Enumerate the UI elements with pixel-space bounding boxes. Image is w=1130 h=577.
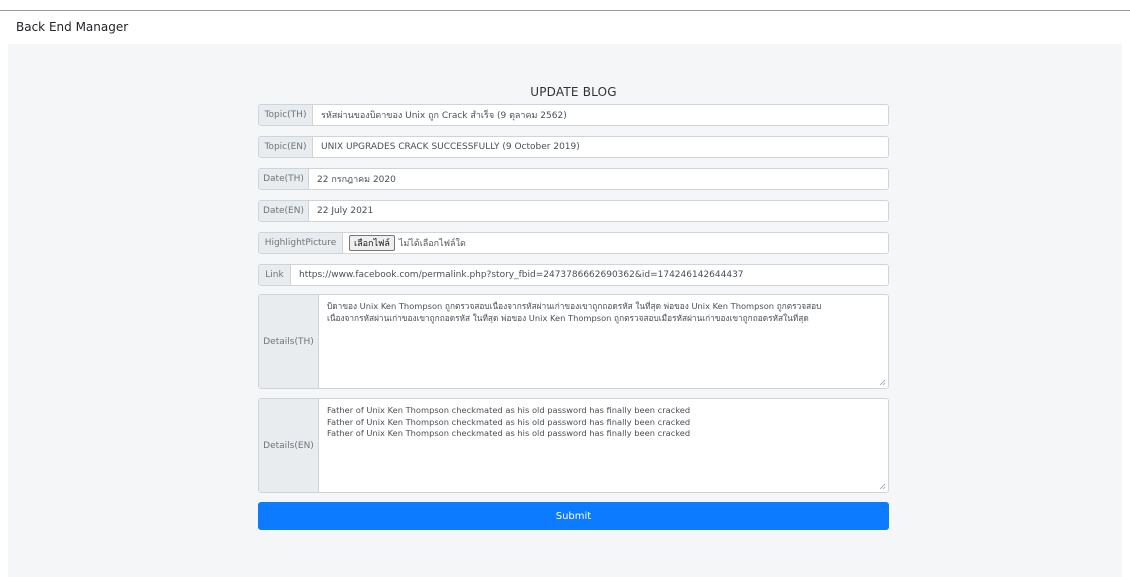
file-status-text: ไม่ได้เลือกไฟล์ใด — [398, 239, 466, 249]
topic-en-label: Topic(EN) — [259, 137, 313, 157]
submit-button[interactable]: Submit — [258, 502, 889, 530]
details-th-label: Details(TH) — [259, 295, 319, 388]
top-divider — [0, 10, 1130, 11]
link-label: Link — [259, 265, 291, 285]
topic-en-group: Topic(EN) UNIX UPGRADES CRACK SUCCESSFUL… — [258, 136, 889, 158]
date-th-input[interactable]: 22 กรกฎาคม 2020 — [309, 169, 888, 189]
details-en-group: Details(EN) Father of Unix Ken Thompson … — [258, 398, 889, 493]
topic-th-group: Topic(TH) รหัสผ่านของบิดาของ Unix ถูก Cr… — [258, 104, 889, 126]
date-en-group: Date(EN) 22 July 2021 — [258, 200, 889, 222]
details-en-line: Father of Unix Ken Thompson checkmated a… — [327, 416, 691, 427]
date-en-label: Date(EN) — [259, 201, 309, 221]
link-group: Link https://www.facebook.com/permalink.… — [258, 264, 889, 286]
link-input[interactable]: https://www.facebook.com/permalink.php?s… — [291, 265, 888, 285]
details-th-line: บิดาของ Unix Ken Thompson ถูกตรวจสอบเนื่… — [327, 301, 822, 311]
highlight-picture-label: HighlightPicture — [259, 233, 343, 253]
navbar-brand[interactable]: Back End Manager — [16, 20, 128, 34]
resize-grip-icon[interactable] — [878, 378, 886, 386]
details-th-line: เนื่องจากรหัสผ่านเก่าของเขาถูกถอดรหัส ใน… — [327, 312, 809, 323]
resize-grip-icon[interactable] — [878, 482, 886, 490]
details-en-line: Father of Unix Ken Thompson checkmated a… — [327, 428, 691, 438]
date-en-input[interactable]: 22 July 2021 — [309, 201, 888, 221]
details-th-textarea[interactable]: บิดาของ Unix Ken Thompson ถูกตรวจสอบเนื่… — [319, 295, 888, 388]
date-th-group: Date(TH) 22 กรกฎาคม 2020 — [258, 168, 889, 190]
topic-th-label: Topic(TH) — [259, 105, 313, 125]
details-th-group: Details(TH) บิดาของ Unix Ken Thompson ถู… — [258, 294, 889, 389]
form-title: UPDATE BLOG — [530, 85, 617, 99]
highlight-picture-file-input[interactable]: เลือกไฟล์ ไม่ได้เลือกไฟล์ใด — [343, 233, 888, 253]
topic-en-input[interactable]: UNIX UPGRADES CRACK SUCCESSFULLY (9 Octo… — [313, 137, 888, 157]
choose-file-button[interactable]: เลือกไฟล์ — [349, 235, 395, 251]
topic-th-input[interactable]: รหัสผ่านของบิดาของ Unix ถูก Crack สำเร็จ… — [313, 105, 888, 125]
date-th-label: Date(TH) — [259, 169, 309, 189]
highlight-picture-group: HighlightPicture เลือกไฟล์ ไม่ได้เลือกไฟ… — [258, 232, 889, 254]
details-en-line: Father of Unix Ken Thompson checkmated a… — [327, 405, 691, 415]
details-en-textarea[interactable]: Father of Unix Ken Thompson checkmated a… — [319, 399, 888, 492]
details-en-label: Details(EN) — [259, 399, 319, 492]
